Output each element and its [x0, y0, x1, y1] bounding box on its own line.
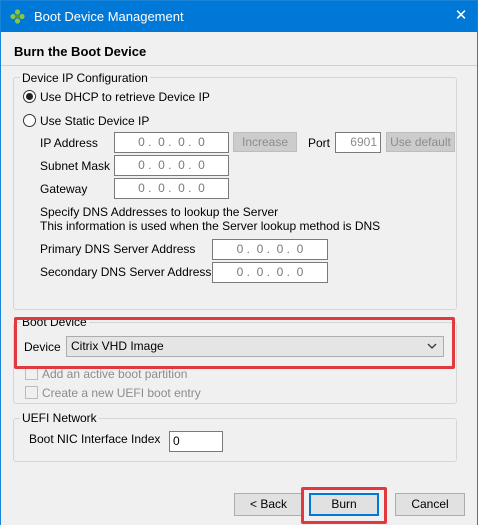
uefi-network-legend: UEFI Network — [20, 411, 99, 425]
close-icon[interactable]: ✕ — [447, 4, 475, 28]
increase-button[interactable]: Increase — [233, 132, 297, 152]
app-icon — [10, 9, 25, 24]
use-default-button[interactable]: Use default — [386, 132, 455, 152]
port-field[interactable]: 6901 — [335, 132, 381, 153]
gateway-field[interactable]: 0 . 0 . 0 . 0 — [114, 178, 229, 199]
dialog-window: Boot Device Management ✕ Burn the Boot D… — [0, 0, 478, 525]
nic-index-label: Boot NIC Interface Index — [29, 432, 161, 446]
page-title: Burn the Boot Device — [14, 44, 147, 59]
ip-address-field[interactable]: 0 . 0 . 0 . 0 — [114, 132, 229, 153]
add-partition-label[interactable]: Add an active boot partition — [42, 367, 187, 381]
burn-button-highlight — [301, 487, 387, 524]
title-bar[interactable]: Boot Device Management ✕ — [1, 1, 477, 32]
static-ip-radio[interactable] — [23, 114, 36, 127]
header-divider — [1, 65, 477, 66]
dhcp-radio[interactable] — [23, 90, 36, 103]
ip-config-legend: Device IP Configuration — [20, 71, 150, 85]
primary-dns-label: Primary DNS Server Address — [40, 242, 196, 256]
static-ip-radio-label[interactable]: Use Static Device IP — [40, 114, 149, 128]
secondary-dns-field[interactable]: 0 . 0 . 0 . 0 — [212, 262, 328, 283]
create-uefi-checkbox[interactable] — [25, 386, 38, 399]
nic-index-field[interactable]: 0 — [169, 431, 223, 452]
window-title: Boot Device Management — [34, 9, 184, 24]
ip-address-label: IP Address — [40, 136, 98, 150]
port-label: Port — [308, 136, 331, 150]
subnet-mask-field[interactable]: 0 . 0 . 0 . 0 — [114, 155, 229, 176]
secondary-dns-label: Secondary DNS Server Address — [40, 265, 212, 279]
back-button[interactable]: < Back — [234, 493, 303, 516]
gateway-label: Gateway — [40, 182, 88, 196]
boot-device-highlight — [14, 317, 455, 369]
dns-note-line2: This information is used when the Server… — [40, 219, 381, 233]
dhcp-radio-label[interactable]: Use DHCP to retrieve Device IP — [40, 90, 210, 104]
primary-dns-field[interactable]: 0 . 0 . 0 . 0 — [212, 239, 328, 260]
cancel-button[interactable]: Cancel — [395, 493, 465, 516]
dns-note-line1: Specify DNS Addresses to lookup the Serv… — [40, 205, 279, 219]
subnet-mask-label: Subnet Mask — [40, 159, 111, 173]
create-uefi-label[interactable]: Create a new UEFI boot entry — [42, 386, 201, 400]
